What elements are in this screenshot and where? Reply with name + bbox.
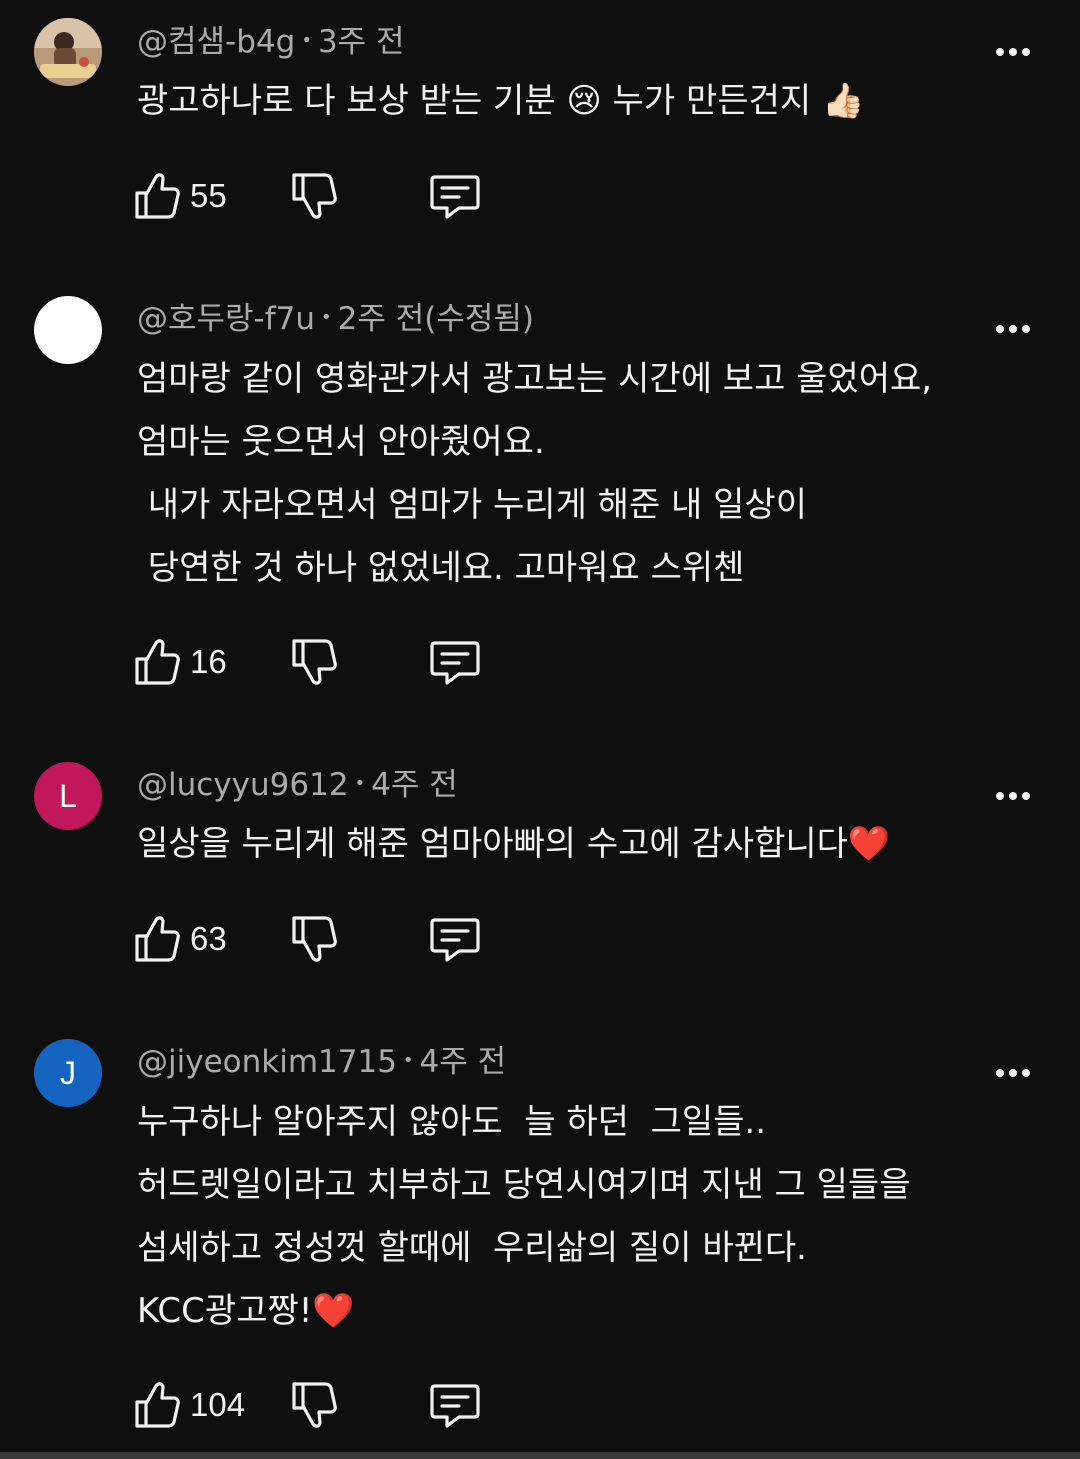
comment-icon: [430, 641, 480, 685]
more-vertical-dots-icon: [996, 792, 1030, 800]
comment-author[interactable]: @lucyyu9612: [137, 767, 349, 803]
thumbs-up-icon: [135, 916, 180, 962]
separator-dot: •: [402, 1049, 414, 1071]
reply-button[interactable]: [429, 634, 481, 690]
comment-line: 누구하나 알아주지 않아도 늘 하던 그일들..: [137, 1102, 767, 1142]
dislike-button[interactable]: [291, 168, 337, 224]
dislike-button[interactable]: [291, 911, 337, 967]
comment-line: 당연한 것 하나 없었네요. 고마워요 스위첸: [137, 548, 745, 588]
thumbs-down-icon: [292, 173, 337, 219]
avatar-photo: [34, 18, 102, 86]
more-vertical-dots-icon: [996, 1069, 1030, 1077]
comment-line: 광고하나로 다 보상 받는 기분 😢 누가 만든건지 👍🏻: [137, 81, 865, 121]
like-button[interactable]: 16: [134, 634, 227, 690]
comment-meta: @lucyyu9612 • 4주 전: [137, 765, 458, 807]
comment-meta: @jiyeonkim1715 • 4주 전: [137, 1042, 506, 1084]
like-button[interactable]: 63: [134, 911, 227, 967]
comment-line: 허드렛일이라고 치부하고 당연시여기며 지낸 그 일들을: [137, 1165, 911, 1205]
comment-line: 내가 자라오면서 엄마가 누리게 해준 내 일상이: [137, 485, 807, 525]
comment-text: 광고하나로 다 보상 받는 기분 😢 누가 만든건지 👍🏻: [137, 70, 1037, 133]
comment-author[interactable]: @호두랑-f7u: [137, 301, 315, 337]
comment-text: 엄마랑 같이 영화관가서 광고보는 시간에 보고 울었어요, 엄마는 웃으면서 …: [137, 348, 1037, 600]
comment-author[interactable]: @jiyeonkim1715: [137, 1044, 397, 1080]
separator-dot: •: [321, 306, 332, 328]
reply-button[interactable]: [429, 911, 481, 967]
more-vertical-dots-icon: [996, 325, 1030, 333]
comment-time: 4주 전: [371, 767, 458, 803]
comment-author[interactable]: @컴샘-b4g: [137, 24, 295, 60]
like-count: 16: [190, 643, 227, 680]
comment-actions: 16: [134, 634, 534, 690]
comment-time: 3주 전: [317, 24, 405, 60]
thumbs-down-icon: [292, 916, 337, 962]
avatar-letter: J: [60, 1054, 76, 1091]
more-vertical-dots-icon: [996, 48, 1030, 56]
reply-button[interactable]: [429, 168, 481, 224]
dislike-button[interactable]: [291, 634, 337, 690]
comment-meta: @컴샘-b4g • 3주 전: [137, 22, 405, 64]
comment-actions: 63: [134, 911, 534, 967]
thumbs-down-icon: [292, 1382, 337, 1428]
thumbs-up-icon: [135, 1382, 180, 1428]
comment-line: 일상을 누리게 해준 엄마아빠의 수고에 감사합니다❤️: [137, 824, 891, 864]
comment-actions: 104: [134, 1377, 534, 1433]
like-count: 55: [190, 177, 227, 214]
comment-text: 누구하나 알아주지 않아도 늘 하던 그일들.. 허드렛일이라고 치부하고 당연…: [137, 1091, 1037, 1343]
bottom-divider: [0, 1452, 1080, 1459]
comment-time: 4주 전: [419, 1044, 507, 1080]
avatar[interactable]: [34, 18, 102, 86]
more-options-button[interactable]: [990, 1050, 1036, 1096]
thumbs-down-icon: [292, 639, 337, 685]
comment-line: KCC광고짱!❤️: [137, 1291, 355, 1331]
comment-actions: 55: [134, 168, 534, 224]
more-options-button[interactable]: [990, 29, 1036, 75]
like-count: 63: [190, 920, 227, 957]
comment-meta: @호두랑-f7u • 2주 전(수정됨): [137, 299, 534, 341]
comment-icon: [430, 1384, 480, 1428]
thumbs-up-icon: [135, 173, 180, 219]
thumbs-up-icon: [135, 639, 180, 685]
comment-icon: [430, 918, 480, 962]
comment-icon: [430, 175, 480, 219]
comment-time: 2주 전(수정됨): [337, 301, 535, 337]
dislike-button[interactable]: [291, 1377, 337, 1433]
like-button[interactable]: 104: [134, 1377, 245, 1433]
like-button[interactable]: 55: [134, 168, 227, 224]
more-options-button[interactable]: [990, 306, 1036, 352]
comment-line: 엄마랑 같이 영화관가서 광고보는 시간에 보고 울었어요,: [137, 359, 933, 399]
comment-line: 섬세하고 정성껏 할때에 우리삶의 질이 바뀐다.: [137, 1228, 807, 1268]
comment-line: 엄마는 웃으면서 안아줬어요.: [137, 422, 545, 462]
separator-dot: •: [354, 772, 366, 794]
separator-dot: •: [301, 29, 312, 51]
avatar[interactable]: [34, 296, 102, 364]
avatar[interactable]: L: [34, 762, 102, 830]
avatar[interactable]: J: [34, 1039, 102, 1107]
avatar-letter: L: [59, 777, 77, 814]
comment-text: 일상을 누리게 해준 엄마아빠의 수고에 감사합니다❤️: [137, 813, 1037, 876]
like-count: 104: [190, 1386, 246, 1423]
reply-button[interactable]: [429, 1377, 481, 1433]
